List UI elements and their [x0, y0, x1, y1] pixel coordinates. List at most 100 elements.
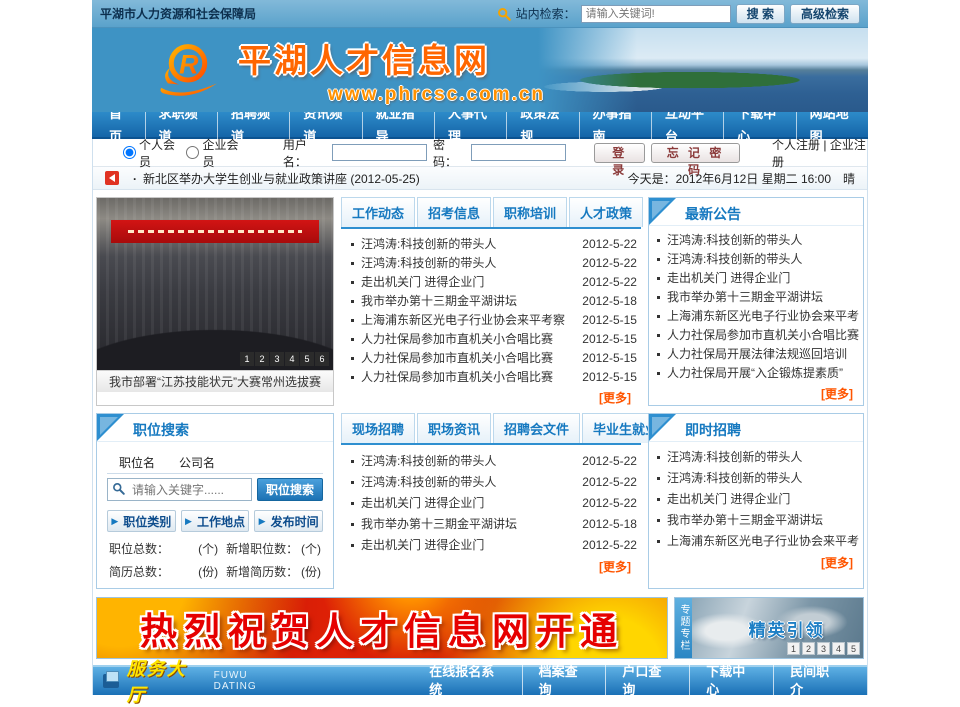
news-item[interactable]: 人力社保局参加市直机关小合唱比赛 2012-5-15 [349, 349, 637, 368]
news-item[interactable]: 人力社保局参加市直机关小合唱比赛 2012-5-15 [349, 368, 637, 387]
news-item[interactable]: 上海浦东新区光电子行业协会来平考 [655, 307, 859, 326]
corner-decoration [97, 414, 124, 441]
news-item[interactable]: 走出机关门 进得企业门 2012-5-22 [349, 273, 637, 292]
footer-link[interactable]: 档案查询 [522, 663, 606, 699]
news-item[interactable]: 人力社保局参加市直机关小合唱比赛 [655, 326, 859, 345]
footer-link[interactable]: 户口查询 [605, 663, 689, 699]
feature-photo[interactable]: 精英引领 12345 [692, 598, 863, 658]
feature-pager-item[interactable]: 3 [817, 642, 830, 655]
photo-caption[interactable]: 我市部署“江苏技能状元”大赛常州选拔赛 [97, 370, 333, 392]
news-item[interactable]: 汪鸿涛:科技创新的带头人 [655, 447, 859, 468]
news-photo[interactable]: 123456 [97, 198, 333, 370]
username-input[interactable] [332, 144, 427, 161]
tab[interactable]: 招聘会文件 [493, 413, 580, 443]
tab[interactable]: 人才政策 [569, 197, 643, 227]
filter-button[interactable]: ▶ 工作地点 [181, 510, 250, 532]
site-logo-icon: R [152, 41, 224, 99]
bullet-icon [657, 477, 660, 480]
feature-pager-item[interactable]: 5 [847, 642, 860, 655]
more-link[interactable]: [更多] [341, 387, 641, 406]
photo-pager-item[interactable]: 5 [300, 352, 314, 366]
bullet-icon [657, 353, 660, 356]
stat-item: 职位总数： (个) [109, 540, 218, 557]
search-button[interactable]: 搜 索 [736, 4, 785, 24]
company-member-radio[interactable] [186, 146, 199, 159]
bullet-icon [657, 456, 660, 459]
bullet-icon [351, 523, 354, 526]
corner-decoration [649, 414, 676, 441]
tab[interactable]: 职位名 [107, 452, 167, 473]
news-item[interactable]: 汪鸿涛:科技创新的带头人 [655, 468, 859, 489]
photo-pager-item[interactable]: 2 [255, 352, 269, 366]
photo-pager-item[interactable]: 4 [285, 352, 299, 366]
news-item[interactable]: 我市举办第十三期金平湖讲坛 [655, 288, 859, 307]
more-link[interactable]: [更多] [649, 383, 863, 402]
tab[interactable]: 招考信息 [417, 197, 491, 227]
bullet-icon [351, 481, 354, 484]
password-input[interactable] [471, 144, 566, 161]
advanced-search-button[interactable]: 高级检索 [790, 4, 860, 24]
more-link[interactable]: [更多] [649, 552, 863, 571]
page-body: 个人会员 企业会员 用户名： 密码： 登 录 忘 记 密 码 个人注册 | 企业… [92, 139, 868, 695]
news-item[interactable]: 走出机关门 进得企业门 [655, 269, 859, 288]
triangle-icon: ▶ [259, 516, 266, 527]
login-button[interactable]: 登 录 [594, 143, 645, 163]
job-search-header: 职位搜索 [97, 414, 333, 442]
bullet-icon [351, 544, 354, 547]
news-item[interactable]: 汪鸿涛:科技创新的带头人 2012-5-22 [349, 235, 637, 254]
filter-button[interactable]: ▶ 发布时间 [254, 510, 323, 532]
site-search-label: 站内检索： [516, 5, 576, 22]
tab[interactable]: 工作动态 [341, 197, 415, 227]
feature-pager-item[interactable]: 1 [787, 642, 800, 655]
news-item[interactable]: 上海浦东新区光电子行业协会来平考察 2012-5-15 [349, 311, 637, 330]
news-item[interactable]: 人力社保局参加市直机关小合唱比赛 2012-5-15 [349, 330, 637, 349]
more-link[interactable]: [更多] [341, 556, 641, 575]
bullet-icon [351, 502, 354, 505]
footer-link[interactable]: 在线报名系统 [413, 663, 521, 699]
svg-text:R: R [179, 49, 199, 79]
personal-member-radio[interactable] [123, 146, 136, 159]
personal-register-link[interactable]: 个人注册 [772, 138, 820, 152]
tab[interactable]: 现场招聘 [341, 413, 415, 443]
service-hall-title: 服务大厅 [127, 655, 206, 707]
member-type-company[interactable]: 企业会员 [186, 136, 243, 170]
news-item[interactable]: 汪鸿涛:科技创新的带头人 2012-5-22 [349, 472, 637, 493]
ticker-news-link[interactable]: 新北区举办大学生创业与就业政策讲座 (2012-05-25) [133, 170, 420, 187]
tab[interactable]: 公司名 [167, 452, 227, 473]
photo-pager-item[interactable]: 3 [270, 352, 284, 366]
announcements-list: 汪鸿涛:科技创新的带头人 汪鸿涛:科技创新的带头人 走出机关门 进得企业门 我市… [649, 226, 863, 383]
filter-button[interactable]: ▶ 职位类别 [107, 510, 176, 532]
feature-side-label[interactable]: 专题专栏 [675, 598, 692, 658]
news-item[interactable]: 汪鸿涛:科技创新的带头人 [655, 250, 859, 269]
job-keyword-input[interactable] [107, 478, 252, 501]
news-item[interactable]: 走出机关门 进得企业门 [655, 489, 859, 510]
news-item[interactable]: 人力社保局开展“入企锻炼提素质” [655, 364, 859, 383]
announcement-icon [105, 171, 119, 185]
news-item[interactable]: 我市举办第十三期金平湖讲坛 [655, 510, 859, 531]
news-item[interactable]: 我市举办第十三期金平湖讲坛 2012-5-18 [349, 514, 637, 535]
tab[interactable]: 职场资讯 [417, 413, 491, 443]
news-item[interactable]: 汪鸿涛:科技创新的带头人 [655, 231, 859, 250]
news-item[interactable]: 汪鸿涛:科技创新的带头人 2012-5-22 [349, 451, 637, 472]
photo-pager-item[interactable]: 1 [240, 352, 254, 366]
tab[interactable]: 职称培训 [493, 197, 567, 227]
news-item[interactable]: 汪鸿涛:科技创新的带头人 2012-5-22 [349, 254, 637, 273]
feature-pager-item[interactable]: 2 [802, 642, 815, 655]
bullet-icon [351, 243, 354, 246]
forgot-password-button[interactable]: 忘 记 密 码 [651, 143, 740, 163]
announcements-header: 最新公告 [649, 198, 863, 226]
photo-pager-item[interactable]: 6 [315, 352, 329, 366]
site-logo[interactable]: R 平湖人才信息网 www.phrcsc.com.cn [92, 34, 545, 106]
feature-pager-item[interactable]: 4 [832, 642, 845, 655]
news-item[interactable]: 我市举办第十三期金平湖讲坛 2012-5-18 [349, 292, 637, 311]
job-search-button[interactable]: 职位搜索 [257, 478, 323, 501]
site-search-input[interactable] [581, 5, 731, 23]
member-type-personal[interactable]: 个人会员 [123, 136, 180, 170]
news-item[interactable]: 人力社保局开展法律法规巡回培训 [655, 345, 859, 364]
news-item[interactable]: 上海浦东新区光电子行业协会来平考 [655, 531, 859, 552]
news-item[interactable]: 走出机关门 进得企业门 2012-5-22 [349, 493, 637, 514]
news-item[interactable]: 走出机关门 进得企业门 2012-5-22 [349, 535, 637, 556]
footer-link[interactable]: 下载中心 [689, 663, 773, 699]
footer-link[interactable]: 民间职介 [773, 663, 857, 699]
celebration-banner[interactable]: 热烈祝贺人才信息网开通 [96, 597, 668, 659]
